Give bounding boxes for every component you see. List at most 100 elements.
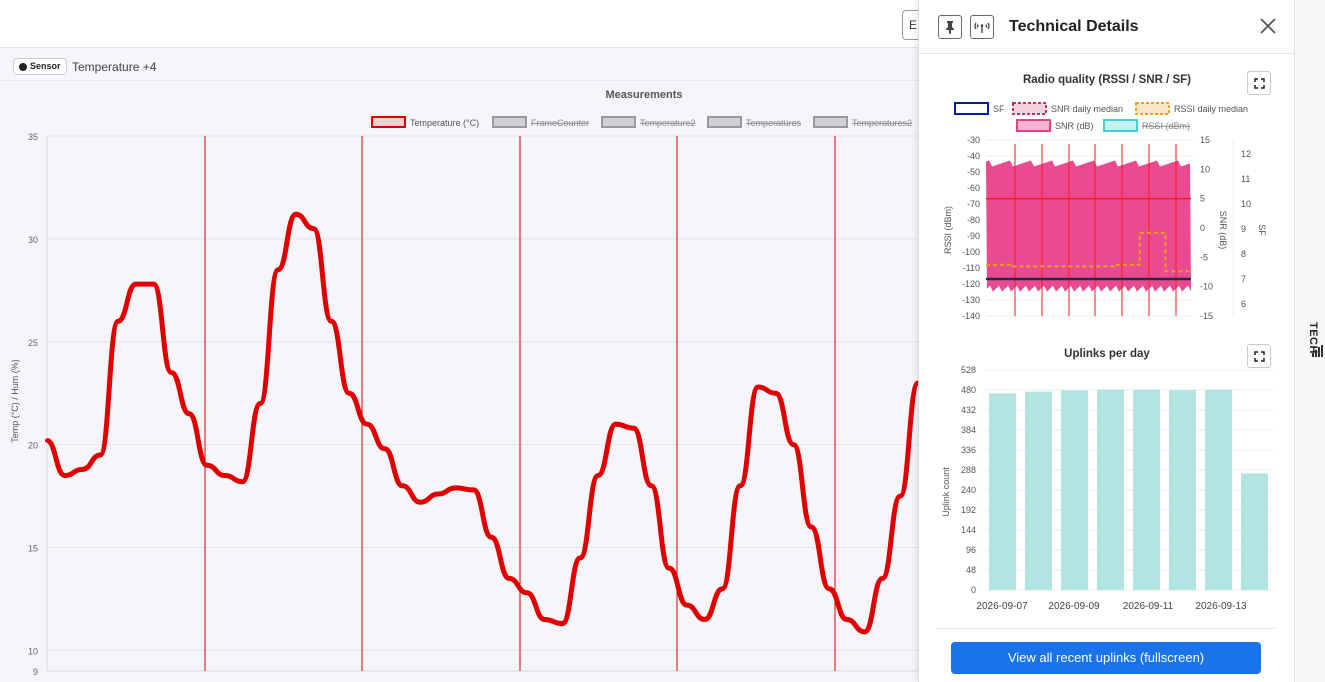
- data-point: [329, 319, 334, 324]
- y-tick-label: 336: [961, 445, 976, 455]
- data-point: [738, 483, 743, 488]
- view-all-uplinks-button[interactable]: View all recent uplinks (fullscreen): [951, 642, 1261, 674]
- data-point: [773, 391, 778, 396]
- data-point: [382, 446, 387, 451]
- bar: [989, 393, 1016, 590]
- panel-header: Technical Details: [919, 0, 1295, 54]
- y-tick-label: 144: [961, 525, 976, 535]
- y-tick-label: 10: [28, 646, 38, 656]
- sensor-chip-label: Sensor: [30, 61, 61, 71]
- y-right-sf-tick-label: 10: [1241, 199, 1251, 209]
- y-left-tick-label: -80: [967, 215, 980, 225]
- y-left-tick-label: -60: [967, 183, 980, 193]
- uplinks-chart-title: Uplinks per day: [1064, 348, 1150, 360]
- legend-swatch: [1012, 102, 1047, 115]
- data-point: [116, 319, 121, 324]
- bar: [1169, 390, 1196, 590]
- legend-label: SF: [993, 104, 1005, 114]
- panel-body: Radio quality (RSSI / SNR / SF) SF SNR da…: [919, 54, 1295, 682]
- measurements-chart-svg: Measurements Temperature (°C) FrameCounter…: [10, 89, 918, 677]
- y-left-tick-label: -50: [967, 167, 980, 177]
- y-tick-label: 0: [971, 585, 976, 595]
- data-point: [631, 426, 636, 431]
- sensor-row: Sensor Temperature +4: [0, 56, 918, 78]
- sensor-chip[interactable]: Sensor: [13, 58, 67, 75]
- bar: [1061, 390, 1088, 590]
- measurements-chart: Measurements Temperature (°C) FrameCounter…: [0, 80, 918, 682]
- legend-swatch: [1135, 102, 1170, 115]
- data-point: [258, 401, 263, 406]
- data-point: [596, 473, 601, 478]
- data-point: [187, 411, 192, 416]
- y-right-sf-axis-label: SF: [1257, 224, 1267, 236]
- legend-item: Temperatures: [707, 116, 802, 128]
- legend-swatch: [492, 116, 527, 128]
- data-point: [453, 485, 458, 490]
- tech-tab[interactable]: TECH: [1294, 0, 1325, 682]
- data-point: [133, 282, 138, 287]
- data-point: [98, 452, 103, 457]
- antenna-icon: [974, 22, 990, 33]
- chart-title: Measurements: [605, 89, 682, 101]
- data-point: [578, 555, 583, 560]
- y-tick-label: 192: [961, 505, 976, 515]
- y-axis-label: Temp (°C) / Hum (%): [10, 359, 20, 443]
- panel-title: Technical Details: [1009, 18, 1139, 35]
- x-tick-label: 2026-09-13: [1195, 601, 1247, 612]
- legend-label: FrameCounter: [531, 118, 589, 128]
- y-left-tick-label: -30: [967, 135, 980, 145]
- data-point: [436, 492, 441, 497]
- y-axis-label: Uplink count: [941, 467, 951, 517]
- legend-item: Temperatures2: [813, 116, 912, 128]
- legend-label: Temperature (°C): [410, 118, 479, 128]
- data-point: [204, 463, 209, 468]
- legend-label: SNR (dB): [1055, 121, 1094, 131]
- y-right-sf-tick-label: 7: [1241, 274, 1246, 284]
- y-tick-label: 35: [28, 132, 38, 142]
- data-point: [649, 483, 654, 488]
- divider: [937, 628, 1275, 629]
- y-left-tick-label: -90: [967, 231, 980, 241]
- legend-swatch: [1016, 119, 1051, 132]
- pin-button[interactable]: [938, 15, 962, 39]
- close-icon: [1260, 18, 1276, 34]
- y-left-tick-label: -100: [962, 247, 980, 257]
- legend-swatch: [813, 116, 848, 128]
- y-right-snr-tick-label: 10: [1200, 164, 1210, 174]
- data-point: [489, 535, 494, 540]
- legend-label: RSSI (dBm): [1142, 121, 1190, 131]
- y-tick-label: 528: [961, 365, 976, 375]
- snr-band: [986, 160, 1191, 292]
- signal-bars-icon: [1312, 345, 1323, 357]
- data-point: [507, 576, 512, 581]
- data-point: [276, 267, 281, 272]
- data-point: [613, 422, 618, 427]
- close-button[interactable]: [1257, 15, 1279, 37]
- data-point: [45, 438, 49, 443]
- y-right-snr-tick-label: -10: [1200, 282, 1213, 292]
- legend-swatch: [601, 116, 636, 128]
- y-right-snr-tick-label: 5: [1200, 194, 1205, 204]
- data-point: [684, 603, 689, 608]
- x-tick-label: 2026-09-07: [976, 601, 1028, 612]
- radio-fullscreen-button[interactable]: [1247, 71, 1271, 95]
- legend-label: Temperature2: [640, 118, 696, 128]
- data-point: [364, 422, 369, 427]
- y-left-tick-label: -120: [962, 279, 980, 289]
- y-tick-label: 15: [28, 544, 38, 554]
- data-point: [809, 524, 814, 529]
- legend-swatch: [707, 116, 742, 128]
- y-tick-label: 480: [961, 385, 976, 395]
- radio-chart-title: Radio quality (RSSI / SNR / SF): [1022, 74, 1192, 86]
- antenna-button[interactable]: [970, 15, 994, 39]
- sensor-name: Temperature +4: [72, 60, 157, 74]
- y-left-tick-label: -130: [962, 295, 980, 305]
- x-tick-label: 2026-09-09: [1048, 601, 1100, 612]
- data-point: [756, 385, 761, 390]
- y-tick-label: 288: [961, 465, 976, 475]
- y-right-sf-tick-label: 6: [1241, 299, 1246, 309]
- y-tick-label: 30: [28, 235, 38, 245]
- legend-label: RSSI daily median: [1174, 104, 1248, 114]
- y-right-sf-tick-label: 12: [1241, 149, 1251, 159]
- data-point: [169, 370, 174, 375]
